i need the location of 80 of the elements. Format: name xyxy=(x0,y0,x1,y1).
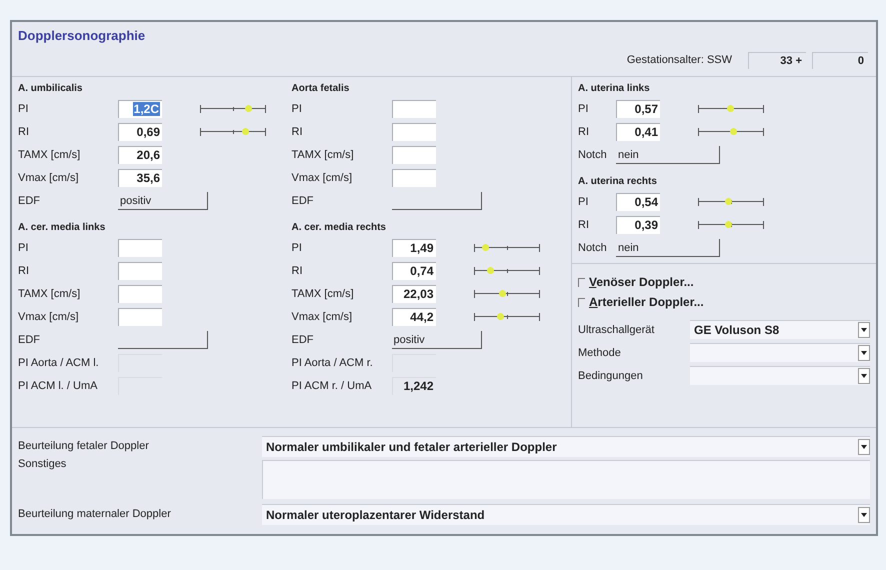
choice-button[interactable]: positiv xyxy=(118,192,208,210)
value-field[interactable]: 1,2C xyxy=(118,100,162,118)
value-field[interactable]: 20,6 xyxy=(118,146,162,164)
value-field[interactable]: 1,49 xyxy=(392,238,436,256)
checkbox-label[interactable]: Arterieller Doppler... xyxy=(589,295,704,309)
field-label: EDF xyxy=(18,334,41,346)
window-title: Dopplersonographie xyxy=(17,27,146,45)
choice-button[interactable]: nein xyxy=(616,146,720,164)
field-label: Vmax [cm/s] xyxy=(292,172,354,184)
value-field[interactable]: 35,6 xyxy=(118,168,162,186)
field-label: PI ACM r. / UmA xyxy=(292,380,373,392)
value-field[interactable] xyxy=(392,146,436,164)
field-label: EDF xyxy=(292,194,314,206)
field-label: EDF xyxy=(18,194,41,206)
value-field[interactable] xyxy=(392,122,436,140)
days-field[interactable]: 0 xyxy=(812,52,868,68)
field-label: PI xyxy=(18,102,30,114)
dropdown[interactable]: Normaler umbilikaler und fetaler arterieller Doppler xyxy=(262,436,870,456)
field-label: PI ACM l. / UmA xyxy=(18,380,98,392)
value-field[interactable] xyxy=(118,262,162,280)
field-label: TAMX [cm/s] xyxy=(18,288,82,300)
field-label: Notch xyxy=(578,148,608,160)
value-field[interactable]: 0,57 xyxy=(616,100,660,118)
field-label: PI xyxy=(292,242,303,254)
field-label: RI xyxy=(18,126,30,138)
field-label: RI xyxy=(578,126,590,138)
field-label: TAMX [cm/s] xyxy=(18,148,82,160)
field-label: Methode xyxy=(578,346,622,358)
choice-button[interactable] xyxy=(118,330,208,348)
field-label: Sonstiges xyxy=(18,458,68,470)
value-field[interactable]: 22,03 xyxy=(392,284,436,302)
value-field[interactable]: 0,74 xyxy=(392,262,436,280)
field-label: PI xyxy=(18,242,30,254)
field-label: PI xyxy=(578,196,590,208)
choice-button[interactable]: nein xyxy=(616,238,720,256)
field-label: PI xyxy=(292,102,303,114)
checkbox-label[interactable]: Venöser Doppler... xyxy=(589,275,694,289)
field-label: RI xyxy=(18,264,30,276)
field-label: Vmax [cm/s] xyxy=(18,310,80,322)
value-field[interactable] xyxy=(118,238,162,256)
field-label: Notch xyxy=(578,242,608,254)
section-title: A. uterina links xyxy=(578,82,651,96)
section-title: A. umbilicalis xyxy=(18,82,84,96)
section-title: A. cer. media rechts xyxy=(292,221,387,235)
field-label: RI xyxy=(578,218,590,230)
value-field[interactable] xyxy=(118,284,162,302)
section-title: A. cer. media links xyxy=(18,221,106,235)
value-field[interactable] xyxy=(392,168,436,186)
field-label: PI Aorta / ACM r. xyxy=(292,356,374,368)
field-label: Beurteilung fetaler Doppler xyxy=(18,440,150,452)
field-label: PI Aorta / ACM l. xyxy=(18,356,100,368)
field-label: Bedingungen xyxy=(578,370,644,382)
choice-button[interactable]: positiv xyxy=(392,330,482,348)
section-title: Aorta fetalis xyxy=(292,82,350,96)
field-label: RI xyxy=(292,264,304,276)
gestational-age-label: Gestationsalter: SSW xyxy=(626,54,732,66)
field-label: TAMX [cm/s] xyxy=(292,288,355,300)
dropdown[interactable]: Normaler uteroplazentarer Widerstand xyxy=(262,504,870,524)
value-field[interactable] xyxy=(118,308,162,326)
checkbox[interactable] xyxy=(578,298,585,306)
value-field[interactable]: 0,39 xyxy=(616,216,660,234)
field-label: EDF xyxy=(292,334,314,346)
value-field[interactable] xyxy=(392,100,436,118)
field-label: Vmax [cm/s] xyxy=(18,172,80,184)
weeks-field[interactable]: 33 + xyxy=(748,52,806,68)
field-label: TAMX [cm/s] xyxy=(292,148,355,160)
field-label: Beurteilung maternaler Doppler xyxy=(18,508,172,520)
field-label: PI xyxy=(578,102,590,114)
value-field[interactable]: 0,54 xyxy=(616,192,660,210)
section-title: A. uterina rechts xyxy=(578,175,658,189)
text-area[interactable] xyxy=(262,460,870,499)
value-field[interactable]: 0,41 xyxy=(616,122,660,140)
checkbox[interactable] xyxy=(578,278,585,286)
choice-button[interactable] xyxy=(392,192,482,210)
field-label: Vmax [cm/s] xyxy=(292,310,354,322)
field-label: Ultraschallgerät xyxy=(578,324,656,336)
field-label: RI xyxy=(292,126,304,138)
value-field[interactable]: 0,69 xyxy=(118,122,162,140)
value-field[interactable]: 44,2 xyxy=(392,308,436,326)
dropdown[interactable]: GE Voluson S8 xyxy=(690,320,870,339)
